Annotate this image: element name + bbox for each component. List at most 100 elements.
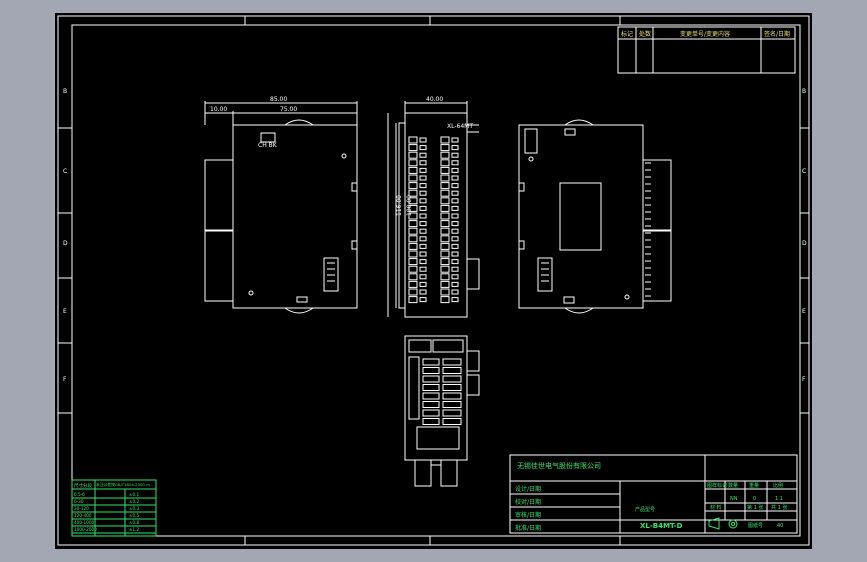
terminal-screw — [408, 220, 418, 228]
model-tag: XL-64MT — [447, 123, 473, 130]
terminal-slot — [451, 205, 459, 211]
title-row-label: 批准/日期 — [515, 524, 541, 532]
terminal-screw — [408, 151, 418, 159]
terminal-screw — [440, 197, 450, 205]
rear-view — [518, 119, 672, 314]
margin-mark-left: D — [63, 240, 68, 247]
bottom-cells — [416, 358, 462, 450]
terminal-slot — [451, 228, 459, 234]
front-view: 85.00 75.00 10.00 CH BK — [204, 96, 358, 314]
terminal-slot — [419, 243, 427, 249]
scale-value: 1:1 — [775, 496, 783, 502]
terminal-slot — [451, 137, 459, 143]
code-label: 产品型号 — [635, 506, 655, 513]
terminal-slot — [451, 183, 459, 189]
terminal-slot — [419, 198, 427, 204]
terminal-slot — [451, 236, 459, 242]
material-label: 材 料 — [710, 504, 722, 511]
margin-mark-left: B — [63, 88, 67, 95]
tolerance-header-right: 未注公差按GB/T1804-2000-m — [96, 482, 150, 487]
terminal-slot — [451, 274, 459, 280]
bottom-cell — [442, 375, 462, 383]
bottom-cell — [422, 375, 440, 383]
terminal-screw — [440, 189, 450, 197]
tolerance-range: 6-30 — [74, 499, 84, 504]
bottom-cell — [422, 418, 440, 425]
margin-mark-right: F — [802, 376, 806, 383]
terminal-slot — [451, 175, 459, 181]
bottom-cell — [422, 409, 440, 417]
revision-table: 标记 处数 变更单号/变更内容 签名/日期 — [617, 26, 796, 74]
terminal-screw — [408, 235, 418, 243]
bottom-cell — [422, 392, 440, 400]
terminal-slot — [451, 213, 459, 219]
bottom-cell — [442, 418, 462, 425]
terminal-slot — [419, 145, 427, 151]
terminal-screw — [408, 258, 418, 266]
tolerance-header-left: 尺寸分段 — [74, 482, 92, 489]
tolerance-value: ±0.5 — [129, 513, 140, 518]
tolerance-value: ±0.3 — [129, 506, 140, 511]
terminal-slot — [419, 183, 427, 189]
title-header: 数量 — [728, 482, 738, 489]
terminal-screw — [440, 235, 450, 243]
weight-value: 0 — [753, 496, 756, 502]
terminal-screw — [440, 296, 450, 304]
terminal-screw — [408, 242, 418, 250]
terminal-screw — [440, 227, 450, 235]
bottom-view — [404, 335, 480, 487]
terminal-screw — [440, 288, 450, 296]
terminal-screw — [440, 280, 450, 288]
terminal-screw — [408, 265, 418, 273]
dim-top-overall: 85.00 — [270, 96, 287, 103]
terminal-screw — [408, 273, 418, 281]
bottom-cell — [442, 358, 462, 366]
bottom-cell — [442, 401, 462, 408]
terminal-slot — [419, 137, 427, 143]
terminal-screw — [408, 159, 418, 167]
dim-side-width: 40.00 — [426, 96, 443, 103]
terminal-slot — [419, 289, 427, 295]
terminal-screw — [408, 174, 418, 182]
terminal-screw — [440, 144, 450, 152]
terminal-screw — [408, 182, 418, 190]
sheet-of: 第 1 张 — [747, 504, 763, 511]
terminal-slot — [419, 213, 427, 219]
bottom-cell — [442, 367, 462, 374]
tolerance-range: 120-400 — [74, 513, 92, 518]
title-header: 图样标记 — [707, 482, 727, 489]
title-row-label: 审核/日期 — [515, 511, 541, 519]
margin-mark-right: E — [802, 308, 806, 315]
dim-top-inner: 75.00 — [280, 106, 297, 113]
terminal-screw — [440, 258, 450, 266]
drawing-sheet: B C D E F B C D E F 标记 处数 变更单号/变更内容 签名/日… — [55, 13, 812, 549]
terminal-screw — [440, 166, 450, 174]
terminal-slot — [419, 175, 427, 181]
terminal-slot — [451, 167, 459, 173]
terminal-slot — [451, 198, 459, 204]
terminal-slot — [451, 145, 459, 151]
terminal-slot — [419, 259, 427, 265]
bottom-cell — [442, 384, 462, 391]
terminal-slot — [451, 251, 459, 257]
tolerance-rows: 0.5-6 ±0.1 6-30 ±0.2 30-120 ±0.3 120-400 ±0.5 40… — [72, 492, 156, 534]
tolerance-range: 0.5-6 — [74, 492, 85, 497]
terminal-slot — [451, 221, 459, 227]
title-row-label: 设计/日期 — [515, 485, 541, 493]
terminal-slot — [419, 236, 427, 242]
terminal-slot — [419, 152, 427, 158]
terminal-screw — [440, 151, 450, 159]
terminal-slot — [419, 266, 427, 272]
bottom-cell — [422, 358, 440, 366]
dim-top-left: 10.00 — [210, 106, 227, 113]
terminal-slot — [451, 190, 459, 196]
bottom-cell — [422, 384, 440, 391]
bottom-panel — [416, 426, 460, 450]
tolerance-value: ±0.1 — [129, 492, 140, 497]
terminal-slot — [419, 205, 427, 211]
revision-header: 标记 — [621, 30, 633, 38]
terminal-slot — [419, 160, 427, 166]
title-header: 比例 — [773, 482, 783, 489]
drawing-number: XL-B4MT-D — [640, 522, 683, 530]
revision-header: 签名/日期 — [764, 30, 790, 38]
